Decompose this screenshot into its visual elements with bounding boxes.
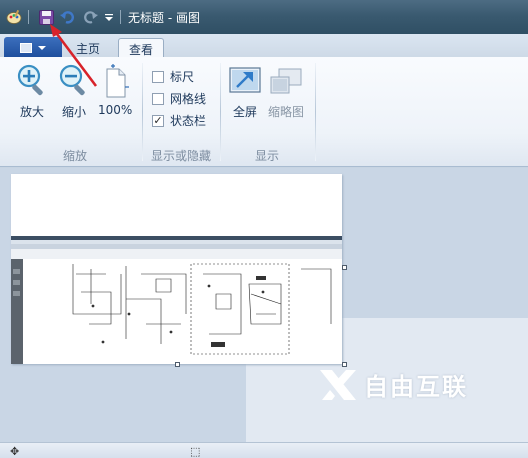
drawing-canvas[interactable]	[11, 174, 342, 364]
actual-size-label: 100%	[98, 103, 133, 117]
fullscreen-label: 全屏	[232, 105, 257, 119]
ruler-checkbox[interactable]: 标尺	[152, 68, 194, 85]
group-separator	[315, 63, 316, 161]
zoom-in-button[interactable]: 放大	[16, 63, 48, 120]
tab-view[interactable]: 查看	[118, 38, 165, 59]
gridlines-checkbox[interactable]: 网格线	[152, 90, 206, 107]
zoom-in-label: 放大	[19, 105, 44, 119]
gridlines-label: 网格线	[170, 92, 207, 106]
zoom-in-icon	[17, 64, 43, 96]
group-separator	[220, 63, 221, 161]
cursor-position-icon: ✥	[10, 445, 20, 458]
zoom-out-label: 缩小	[61, 105, 86, 119]
annotation-arrow	[50, 24, 98, 87]
ruler-checkbox-box[interactable]	[152, 70, 164, 83]
window-title: 无标题 - 画图	[128, 11, 200, 25]
toolbar-separator	[28, 10, 29, 24]
show-hide-group-label: 显示或隐藏	[151, 149, 212, 163]
thumbnail-button[interactable]: 缩略图	[268, 63, 304, 120]
thumbnail-icon	[270, 68, 302, 94]
ruler-label: 标尺	[170, 70, 195, 84]
statusbar-checkbox-box[interactable]: ✓	[152, 114, 164, 127]
display-group-label: 显示	[255, 149, 280, 163]
status-bar: ✥ ⬚	[0, 442, 528, 458]
fullscreen-button[interactable]: 全屏	[229, 63, 261, 120]
resize-handle-right[interactable]	[342, 265, 347, 270]
statusbar-checkbox[interactable]: ✓ 状态栏	[152, 112, 206, 129]
pasted-screenshot-image	[11, 236, 342, 364]
toolbar-separator	[120, 10, 121, 24]
selection-size-icon: ⬚	[190, 445, 201, 458]
zoom-group-label: 缩放	[63, 149, 88, 163]
chevron-down-icon	[38, 45, 46, 50]
group-separator	[142, 63, 143, 161]
resize-handle-bottom[interactable]	[175, 362, 180, 367]
gridlines-checkbox-box[interactable]	[152, 92, 164, 105]
paint-app-icon[interactable]	[5, 8, 23, 26]
document-icon	[20, 42, 32, 53]
statusbar-label: 状态栏	[170, 114, 207, 128]
watermark-logo-icon	[320, 369, 356, 400]
watermark-text: 自由互联	[364, 373, 468, 401]
thumbnail-label: 缩略图	[268, 105, 305, 119]
watermark: 自由互联	[318, 367, 468, 402]
fullscreen-icon	[229, 67, 261, 93]
